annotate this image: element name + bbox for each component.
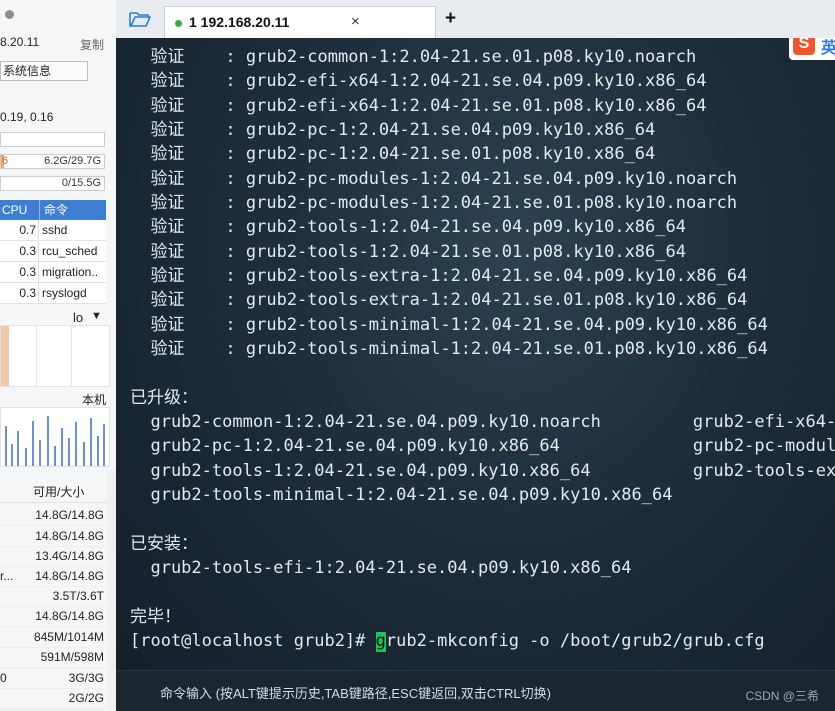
process-row[interactable]: 0.7 sshd (0, 220, 106, 241)
disk-value: 3.5T/3.6T (52, 589, 104, 603)
cmd-column-header[interactable]: 命令 (44, 200, 68, 220)
process-row[interactable]: 0.3 migration.. (0, 262, 106, 283)
ime-mode: 英 (821, 40, 835, 57)
chevron-down-icon[interactable]: ▼ (91, 310, 102, 322)
terminal-line: 验证 : grub2-tools-extra-1:2.04-21.se.04.p… (130, 266, 748, 286)
upgraded-header: 已升级： (130, 388, 198, 408)
connected-dot-icon (175, 20, 182, 27)
process-cmd: migration.. (42, 265, 99, 279)
disk-row[interactable]: 0 3G/3G (0, 668, 106, 689)
command-line[interactable]: [root@localhost grub2]# grub2-mkconfig -… (130, 630, 765, 652)
disk-row[interactable]: 14.8G/14.8G (0, 606, 106, 627)
memory-bar: 6 6.2G/29.7G (0, 154, 105, 169)
net-interface-select[interactable]: lo (73, 310, 83, 325)
done-text: 完毕！ (130, 607, 181, 627)
disk-row[interactable]: 591M/598M (0, 647, 106, 668)
terminal-line: 验证 : grub2-pc-modules-1:2.04-21.se.01.p0… (130, 193, 738, 213)
process-cpu: 0.3 (0, 241, 39, 261)
disk-value: 3G/3G (68, 671, 104, 685)
disk-name: r... (0, 569, 14, 583)
terminal-line: grub2-tools-1:2.04-21.se.04.p09.ky10.x86… (130, 461, 835, 481)
swap-bar: 0/15.5G (0, 176, 105, 191)
disk-size-header[interactable]: 可用/大小 (33, 482, 84, 502)
disk-scrollbar[interactable] (107, 470, 116, 710)
disk-value: 591M/598M (40, 650, 104, 664)
disk-value: 13.4G/14.8G (35, 549, 104, 563)
disk-row[interactable]: 14.8G/14.8G (0, 505, 106, 526)
watermark: CSDN @三希 (745, 689, 819, 703)
copy-button[interactable]: 复制 (80, 36, 104, 53)
terminal-line: 验证 : grub2-pc-1:2.04-21.se.04.p09.ky10.x… (130, 120, 656, 140)
process-row[interactable]: 0.3 rcu_sched (0, 241, 106, 262)
command-input-hint: 命令输入 (按ALT键提示历史,TAB键路径,ESC键返回,双击CTRL切换) (160, 686, 551, 701)
terminal-line: 验证 : grub2-tools-1:2.04-21.se.01.p08.ky1… (130, 242, 686, 262)
process-table-header: CPU 命令 (0, 200, 106, 220)
disk-value: 14.8G/14.8G (35, 569, 104, 583)
terminal-line: 验证 : grub2-pc-modules-1:2.04-21.se.04.p0… (130, 169, 738, 189)
disk-value: 14.8G/14.8G (35, 529, 104, 543)
terminal-line: grub2-common-1:2.04-21.se.04.p09.ky10.no… (130, 412, 835, 432)
net-local-label: 本机 (82, 393, 107, 407)
disk-row[interactable]: 14.8G/14.8G (0, 526, 106, 547)
load-average: 0.19, 0.16 (0, 110, 54, 124)
terminal-line: grub2-tools-efi-1:2.04-21.se.04.p09.ky10… (130, 558, 632, 578)
host-ip: 8.20.11 (0, 35, 40, 49)
disk-value: 14.8G/14.8G (35, 609, 104, 623)
process-cpu: 0.3 (0, 262, 39, 282)
text-cursor: g (375, 631, 386, 652)
close-icon[interactable]: × (351, 13, 360, 30)
tab-bar: 1 192.168.20.11 × + (116, 0, 835, 39)
tab-title: 1 192.168.20.11 (189, 14, 290, 30)
swap-value: 0/15.5G (61, 177, 101, 189)
sogou-logo-icon: S (793, 38, 815, 55)
terminal[interactable]: S 英 验证 : grub2-common-1:2.04-21.se.01.p0… (116, 38, 835, 711)
add-tab-icon[interactable]: + (445, 8, 456, 30)
ime-indicator[interactable]: S 英 (789, 38, 835, 60)
status-dot-icon (5, 10, 14, 19)
shell-prompt: [root@localhost grub2]# (130, 631, 376, 651)
disk-row[interactable]: 2G/2G (0, 688, 106, 709)
process-cmd: sshd (42, 223, 68, 237)
process-cmd: rsyslogd (42, 286, 87, 300)
process-cpu: 0.7 (0, 220, 39, 240)
terminal-line: 验证 : grub2-tools-1:2.04-21.se.04.p09.ky1… (130, 217, 686, 237)
command-input-bar[interactable]: 命令输入 (按ALT键提示历史,TAB键路径,ESC键返回,双击CTRL切换) … (116, 670, 835, 711)
memory-prefix: 6 (2, 155, 9, 167)
memory-value: 6.2G/29.7G (44, 155, 101, 167)
disk-table-header: 可用/大小 (0, 482, 108, 503)
network-chart (0, 325, 110, 387)
process-row[interactable]: 0.3 rsyslogd (0, 283, 106, 304)
disk-row[interactable]: 845M/1014M (0, 627, 106, 648)
terminal-line: 验证 : grub2-pc-1:2.04-21.se.01.p08.ky10.x… (130, 144, 656, 164)
terminal-line: 验证 : grub2-common-1:2.04-21.se.01.p08.ky… (130, 47, 697, 67)
sysinfo-button[interactable]: 系统信息 (0, 61, 88, 81)
disk-row[interactable]: r... 14.8G/14.8G (0, 566, 106, 587)
disk-value: 845M/1014M (33, 630, 104, 644)
cpu-bar (0, 132, 105, 147)
left-sidebar: 8.20.11 复制 系统信息 0.19, 0.16 6 6.2G/29.7G … (0, 0, 117, 711)
disk-row[interactable]: 13.4G/14.8G (0, 546, 106, 567)
terminal-line: 验证 : grub2-tools-minimal-1:2.04-21.se.04… (130, 315, 768, 335)
terminal-line: 验证 : grub2-tools-minimal-1:2.04-21.se.01… (130, 339, 768, 359)
disk-name: 0 (0, 671, 7, 685)
terminal-line: grub2-tools-minimal-1:2.04-21.se.04.p09.… (130, 485, 673, 505)
disk-row[interactable]: 3.5T/3.6T (0, 586, 106, 607)
tab-session[interactable]: 1 192.168.20.11 × (164, 6, 436, 38)
process-cpu: 0.3 (0, 283, 39, 303)
folder-icon[interactable] (129, 11, 151, 33)
disk-value: 14.8G/14.8G (35, 508, 104, 522)
network-activity-chart (0, 407, 110, 467)
disk-value: 2G/2G (68, 691, 104, 705)
terminal-line: 验证 : grub2-efi-x64-1:2.04-21.se.04.p09.k… (130, 71, 707, 91)
terminal-line: grub2-pc-1:2.04-21.se.04.p09.ky10.x86_64… (130, 436, 835, 456)
terminal-line: 验证 : grub2-tools-extra-1:2.04-21.se.01.p… (130, 290, 748, 310)
process-cmd: rcu_sched (42, 244, 98, 258)
installed-header: 已安装： (130, 534, 198, 554)
command-text: rub2-mkconfig -o /boot/grub2/grub.cfg (385, 631, 765, 651)
cpu-column-header[interactable]: CPU (2, 200, 27, 220)
terminal-line: 验证 : grub2-efi-x64-1:2.04-21.se.01.p08.k… (130, 96, 707, 116)
